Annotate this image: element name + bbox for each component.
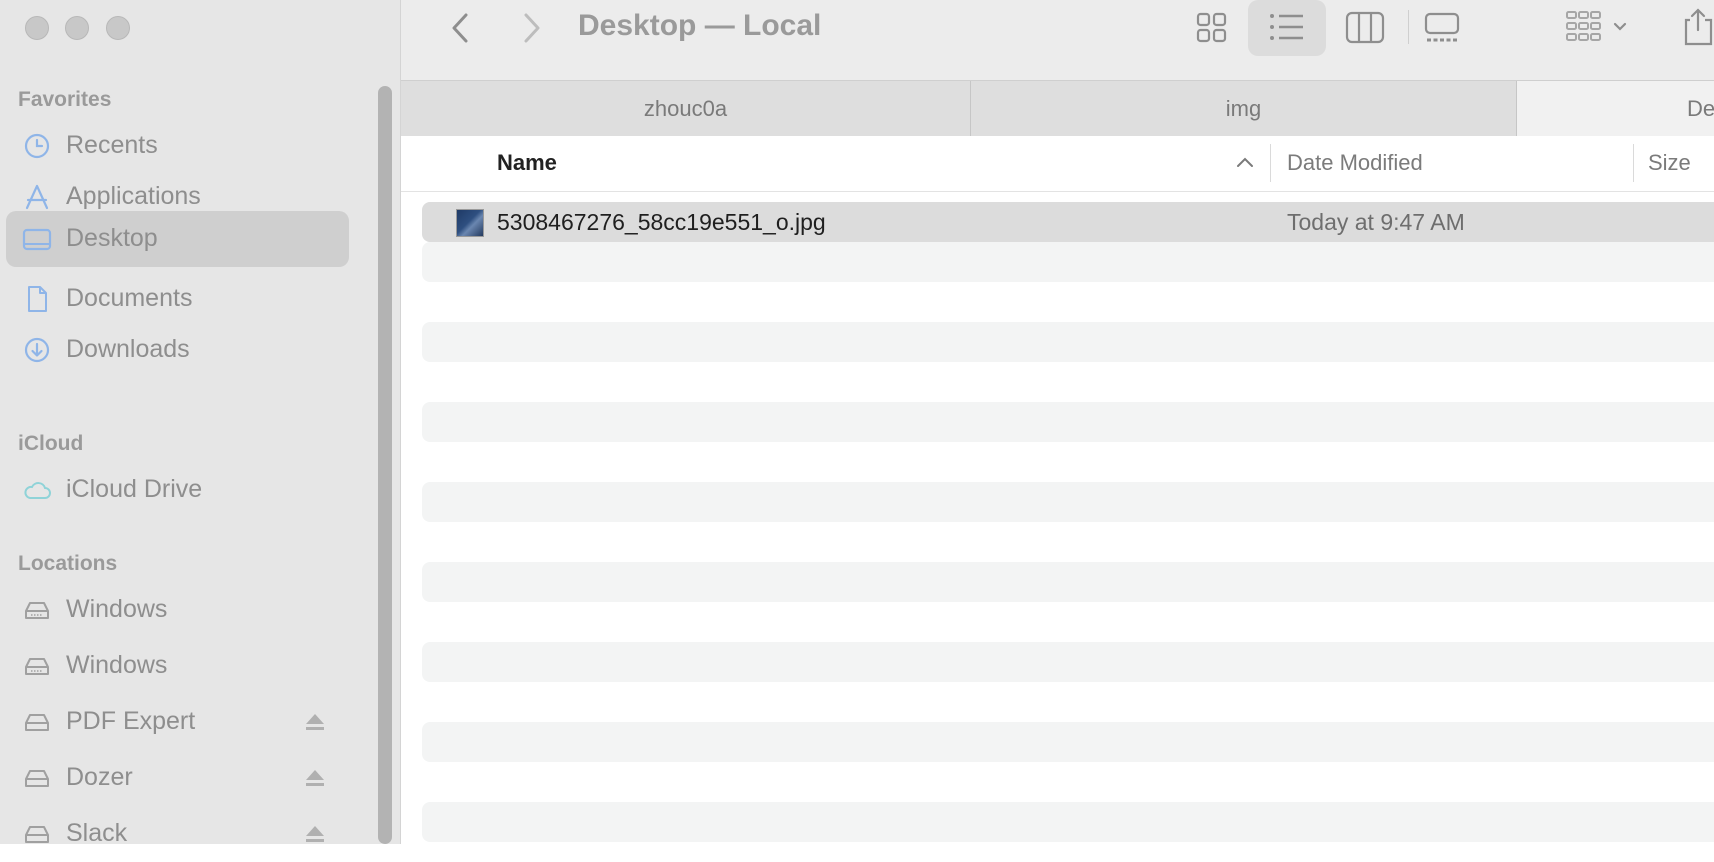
path-tab-bar: zhouc0a img De bbox=[401, 80, 1714, 136]
column-name-header[interactable]: Name bbox=[497, 150, 557, 176]
sidebar-item-pdf-expert[interactable]: PDF Expert bbox=[6, 694, 349, 750]
sidebar-item-label: iCloud Drive bbox=[66, 475, 203, 503]
empty-row bbox=[422, 402, 1714, 442]
empty-row bbox=[422, 802, 1714, 842]
close-window-button[interactable] bbox=[25, 16, 49, 40]
desktop-icon bbox=[22, 228, 52, 251]
window-title: Desktop — Local bbox=[578, 9, 822, 42]
list-view-icon bbox=[1270, 14, 1303, 40]
grid-view-icon bbox=[1196, 12, 1227, 43]
sidebar-item-dozer[interactable]: Dozer bbox=[6, 750, 349, 806]
file-date: Today at 9:47 AM bbox=[1287, 209, 1465, 235]
sidebar-item-label: Windows bbox=[66, 595, 168, 623]
sidebar-item-windows[interactable]: Windows bbox=[6, 582, 349, 638]
eject-icon[interactable] bbox=[304, 767, 326, 789]
sidebar-item-icloud-drive[interactable]: iCloud Drive bbox=[6, 462, 349, 518]
empty-row bbox=[422, 242, 1714, 282]
clock-icon bbox=[24, 133, 50, 159]
columns-icon bbox=[1345, 11, 1385, 44]
group-by-button[interactable] bbox=[1546, 0, 1646, 56]
section-locations: Locations bbox=[18, 552, 118, 575]
column-header: Name Date Modified Size bbox=[401, 136, 1714, 192]
sidebar-item-label: PDF Expert bbox=[66, 707, 196, 735]
column-divider[interactable] bbox=[1633, 144, 1634, 182]
document-icon bbox=[28, 286, 47, 312]
image-thumbnail-icon bbox=[456, 209, 484, 237]
download-icon bbox=[24, 337, 50, 363]
section-icloud: iCloud bbox=[18, 432, 84, 455]
file-list: 5308467276_58cc19e551_o.jpg Today at 9:4… bbox=[401, 192, 1714, 844]
gallery-icon bbox=[1424, 12, 1460, 42]
back-chevron-icon[interactable] bbox=[441, 8, 481, 48]
sidebar-item-label: Applications bbox=[66, 182, 201, 210]
section-favorites: Favorites bbox=[18, 88, 112, 111]
sidebar-scrollbar[interactable] bbox=[378, 86, 392, 844]
cloud-icon bbox=[24, 482, 51, 499]
drive-icon bbox=[25, 770, 49, 787]
file-row[interactable]: 5308467276_58cc19e551_o.jpg Today at 9:4… bbox=[422, 202, 1714, 242]
zoom-window-button[interactable] bbox=[106, 16, 130, 40]
forward-chevron-icon[interactable] bbox=[511, 8, 551, 48]
icon-view-button[interactable] bbox=[1173, 0, 1251, 56]
eject-icon[interactable] bbox=[304, 711, 326, 733]
file-name: 5308467276_58cc19e551_o.jpg bbox=[497, 209, 826, 235]
sort-ascending-icon bbox=[1237, 157, 1253, 167]
column-date-header[interactable]: Date Modified bbox=[1287, 150, 1423, 176]
column-size-header[interactable]: Size bbox=[1648, 150, 1691, 176]
minimize-window-button[interactable] bbox=[65, 16, 89, 40]
sidebar-item-label: Downloads bbox=[66, 335, 190, 363]
empty-row bbox=[422, 322, 1714, 362]
empty-row bbox=[422, 642, 1714, 682]
drive-icon bbox=[25, 714, 49, 731]
sidebar-item-label: Recents bbox=[66, 131, 158, 159]
gallery-view-button[interactable] bbox=[1403, 0, 1481, 56]
empty-row bbox=[422, 482, 1714, 522]
drive-icon bbox=[25, 658, 49, 675]
column-divider[interactable] bbox=[1270, 144, 1271, 182]
eject-icon[interactable] bbox=[304, 823, 326, 845]
sidebar-item-documents[interactable]: Documents bbox=[6, 271, 349, 327]
toolbar: Desktop — Local bbox=[401, 0, 1714, 80]
sidebar-item-windows-2[interactable]: Windows bbox=[6, 638, 349, 694]
sidebar-item-downloads[interactable]: Downloads bbox=[6, 322, 349, 378]
sidebar-item-recents[interactable]: Recents bbox=[6, 118, 349, 174]
sidebar-item-label: Dozer bbox=[66, 763, 133, 791]
empty-row bbox=[422, 722, 1714, 762]
path-tab-zhouc0a[interactable]: zhouc0a bbox=[401, 81, 971, 136]
list-view-button[interactable] bbox=[1248, 0, 1326, 56]
sidebar: Favorites Recents Applications Desktop D… bbox=[0, 0, 400, 847]
sidebar-item-label: Desktop bbox=[66, 224, 158, 252]
share-icon[interactable] bbox=[1681, 6, 1714, 46]
empty-row bbox=[422, 562, 1714, 602]
column-view-button[interactable] bbox=[1326, 0, 1404, 56]
sidebar-item-label: Documents bbox=[66, 284, 193, 312]
path-tab-img[interactable]: img bbox=[971, 81, 1517, 136]
sidebar-item-slack[interactable]: Slack bbox=[6, 806, 349, 862]
apps-icon bbox=[25, 184, 49, 210]
drive-icon bbox=[25, 602, 49, 619]
sidebar-item-desktop[interactable]: Desktop bbox=[6, 211, 349, 267]
group-grid-icon bbox=[1566, 11, 1627, 41]
path-tab-desktop[interactable]: De bbox=[1517, 81, 1714, 136]
sidebar-item-label: Windows bbox=[66, 651, 168, 679]
